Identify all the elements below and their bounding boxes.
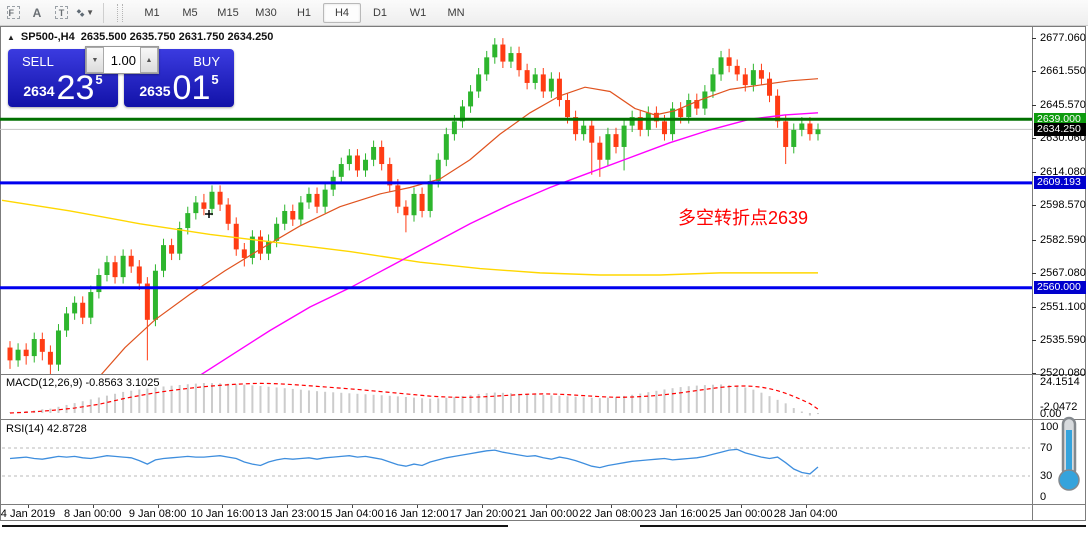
timeframe-button-h4[interactable]: H4 xyxy=(323,3,361,23)
rsi-tick-label: 30 xyxy=(1040,470,1052,482)
fibonacci-icon[interactable]: F xyxy=(4,4,22,22)
bottom-window-edges xyxy=(0,521,1088,534)
buy-price-pips: 01 xyxy=(173,73,211,103)
price-tick-mark xyxy=(1032,172,1036,173)
price-tick-mark xyxy=(1032,373,1036,374)
macd-label: MACD(12,26,9) -0.8563 3.1025 xyxy=(6,377,159,389)
collapse-icon[interactable]: ▲ xyxy=(7,33,15,42)
time-tick-label: 15 Jan 04:00 xyxy=(320,508,384,520)
text-label-icon[interactable]: A xyxy=(28,4,46,22)
volume-value[interactable]: 1.00 xyxy=(104,47,140,73)
time-tick-label: 13 Jan 23:00 xyxy=(255,508,319,520)
dropdown-caret-icon[interactable]: ▼ xyxy=(86,8,94,17)
rsi-tick-label: 70 xyxy=(1040,442,1052,454)
timeframe-button-m5[interactable]: M5 xyxy=(171,3,209,23)
chart-title: ▲ SP500-,H4 2635.500 2635.750 2631.750 2… xyxy=(7,31,273,43)
timeframe-button-m15[interactable]: M15 xyxy=(209,3,247,23)
volume-increase-button[interactable]: ▲ xyxy=(140,47,158,73)
thermometer-icon xyxy=(1052,416,1086,492)
timeframe-buttons: M1M5M15M30H1H4D1W1MN xyxy=(133,3,475,23)
buy-price: 2635 01 5 xyxy=(124,72,234,103)
timeframe-button-h1[interactable]: H1 xyxy=(285,3,323,23)
price-tick-label: 2567.080 xyxy=(1040,267,1086,279)
sell-label[interactable]: SELL xyxy=(22,54,54,69)
timeframe-button-mn[interactable]: MN xyxy=(437,3,475,23)
arrows-tool-icon[interactable]: ▼ xyxy=(76,4,94,22)
timeframe-button-d1[interactable]: D1 xyxy=(361,3,399,23)
macd-tick-label: 24.1514 xyxy=(1040,376,1080,388)
time-tick-label: 23 Jan 16:00 xyxy=(644,508,708,520)
time-tick-label: 10 Jan 16:00 xyxy=(191,508,255,520)
time-tick-label: 17 Jan 20:00 xyxy=(450,508,514,520)
price-tick-mark xyxy=(1032,273,1036,274)
price-tick-label: 2645.570 xyxy=(1040,99,1086,111)
time-tick-label: 21 Jan 00:00 xyxy=(515,508,579,520)
toolbar-grip xyxy=(117,4,123,22)
symbol-period-label: SP500-,H4 xyxy=(21,31,75,43)
price-tick-mark xyxy=(1032,138,1036,139)
time-axis-border xyxy=(0,504,1086,505)
buy-price-point: 5 xyxy=(211,72,218,87)
buy-price-big-figure: 2635 xyxy=(139,83,170,99)
time-tick-label: 8 Jan 00:00 xyxy=(64,508,122,520)
toolbar-separator xyxy=(103,3,104,23)
sell-price-pips: 23 xyxy=(57,73,95,103)
price-level-badge: 2634.250 xyxy=(1034,123,1086,136)
time-tick-label: 28 Jan 04:00 xyxy=(774,508,838,520)
rsi-tick-label: 0 xyxy=(1040,491,1046,503)
time-tick-label: 25 Jan 00:00 xyxy=(709,508,773,520)
sell-price-point: 5 xyxy=(95,72,102,87)
price-tick-mark xyxy=(1032,105,1036,106)
chart-text-annotation[interactable]: 多空转折点2639 xyxy=(678,204,808,230)
volume-input[interactable]: ▼ 1.00 ▲ xyxy=(85,46,159,74)
price-tick-label: 2582.590 xyxy=(1040,234,1086,246)
price-tick-mark xyxy=(1032,38,1036,39)
rsi-label: RSI(14) 42.8728 xyxy=(6,423,87,435)
lower-window-edge-left xyxy=(2,525,508,527)
price-tick-label: 2551.100 xyxy=(1040,301,1086,313)
time-tick-label: 4 Jan 2019 xyxy=(1,508,55,520)
price-level-badge: 2609.193 xyxy=(1034,176,1086,189)
text-icon[interactable]: T xyxy=(52,4,70,22)
timeframe-button-m1[interactable]: M1 xyxy=(133,3,171,23)
rsi-panel[interactable] xyxy=(0,420,1032,504)
buy-label[interactable]: BUY xyxy=(193,54,220,69)
one-click-trading-panel: SELL 2634 23 5 BUY 2635 01 5 ▼ 1.00 ▲ xyxy=(8,46,234,108)
sell-price-big-figure: 2634 xyxy=(23,83,54,99)
price-tick-label: 2598.570 xyxy=(1040,199,1086,211)
mt4-terminal: { "toolbar": { "icons": [ {"name":"fibon… xyxy=(0,0,1088,534)
price-tick-label: 2661.550 xyxy=(1040,65,1086,77)
price-tick-mark xyxy=(1032,205,1036,206)
time-tick-label: 16 Jan 12:00 xyxy=(385,508,449,520)
sell-price: 2634 23 5 xyxy=(8,72,118,103)
ohlc-values: 2635.500 2635.750 2631.750 2634.250 xyxy=(81,31,274,43)
timeframe-button-w1[interactable]: W1 xyxy=(399,3,437,23)
lower-window-edge-right xyxy=(640,525,1086,527)
volume-decrease-button[interactable]: ▼ xyxy=(86,47,104,73)
price-tick-mark xyxy=(1032,340,1036,341)
price-tick-label: 2535.590 xyxy=(1040,334,1086,346)
time-tick-label: 9 Jan 08:00 xyxy=(129,508,187,520)
timeframe-button-m30[interactable]: M30 xyxy=(247,3,285,23)
price-tick-label: 2677.060 xyxy=(1040,32,1086,44)
price-tick-mark xyxy=(1032,240,1036,241)
time-tick-label: 22 Jan 08:00 xyxy=(579,508,643,520)
price-tick-mark xyxy=(1032,307,1036,308)
toolbar: F A T ▼ M1M5M15M30H1H4D1W1MN xyxy=(0,0,1088,26)
price-tick-mark xyxy=(1032,71,1036,72)
price-level-badge: 2560.000 xyxy=(1034,281,1086,294)
